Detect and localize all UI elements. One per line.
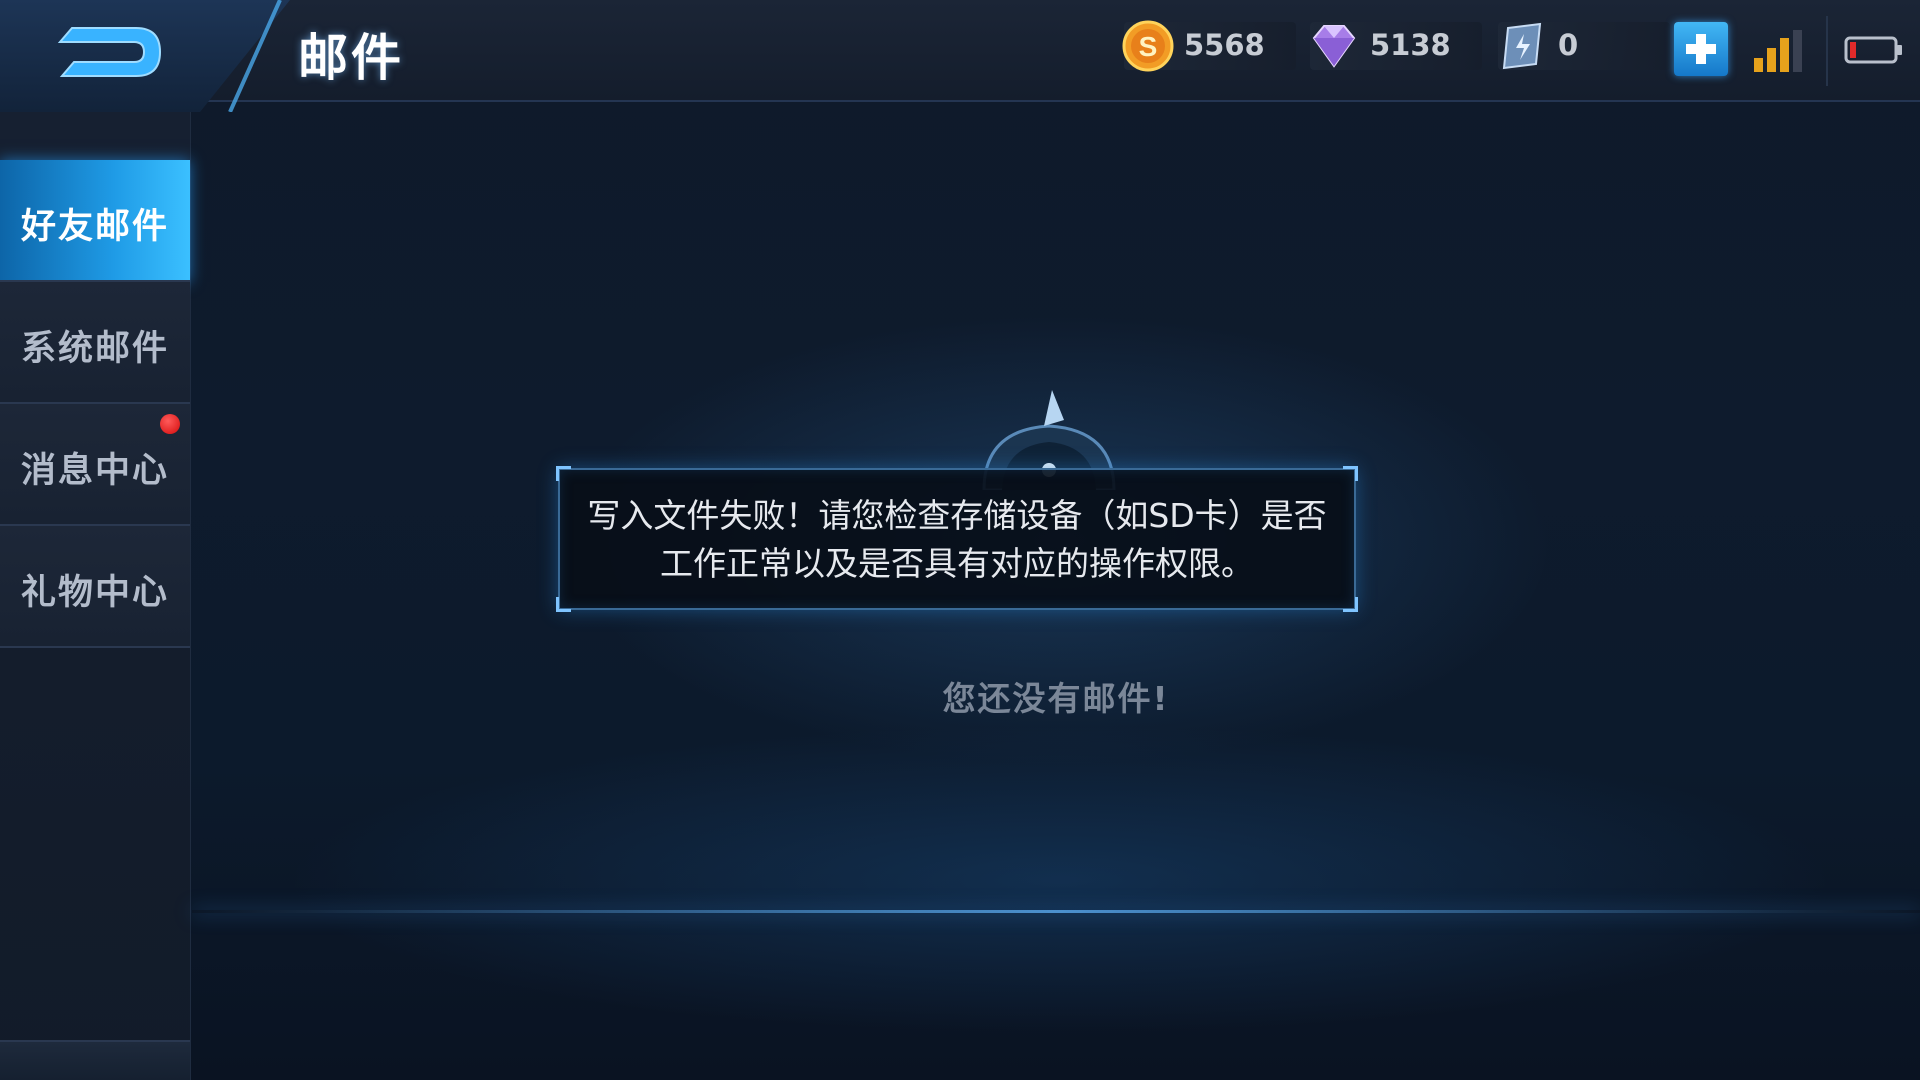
diamond-currency: 5138 — [1310, 22, 1482, 70]
topbar-divider — [1826, 16, 1828, 86]
gold-coin-icon: S — [1122, 20, 1174, 72]
dialog-corner — [556, 597, 571, 612]
notification-dot — [160, 414, 180, 434]
back-button[interactable] — [40, 14, 170, 90]
tab-friend-mail[interactable]: 好友邮件 — [0, 160, 190, 282]
horizon-glow-line — [192, 910, 1920, 913]
tab-label: 系统邮件 — [20, 329, 169, 369]
gold-amount: 5568 — [1184, 28, 1265, 62]
empty-mail-text: 您还没有邮件! — [942, 679, 1170, 718]
signal-bars-icon — [1754, 30, 1802, 72]
tab-system-mail[interactable]: 系统邮件 — [0, 282, 190, 404]
tab-label: 好友邮件 — [20, 207, 169, 247]
tab-gift-center[interactable]: 礼物中心 — [0, 526, 190, 648]
coupon-icon — [1502, 22, 1542, 70]
svg-text:S: S — [1139, 31, 1158, 62]
tab-label: 礼物中心 — [20, 573, 169, 613]
dialog-corner — [1343, 466, 1358, 481]
diamond-icon — [1312, 25, 1356, 68]
page-title: 邮件 — [298, 29, 404, 87]
plus-icon — [1686, 34, 1716, 64]
header-slash-decoration — [228, 0, 282, 112]
tab-label: 消息中心 — [20, 451, 169, 491]
coupon-currency: 0 — [1498, 22, 1670, 70]
dialog-corner — [1343, 597, 1358, 612]
recharge-button[interactable] — [1674, 22, 1728, 76]
battery-low-icon — [1844, 36, 1902, 64]
mail-list-area: 写入文件失败！请您检查存储设备（如SD卡）是否工作正常以及是否具有对应的操作权限… — [192, 102, 1920, 1080]
top-bar: 邮件 S 5568 5138 0 — [0, 0, 1920, 112]
error-dialog: 写入文件失败！请您检查存储设备（如SD卡）是否工作正常以及是否具有对应的操作权限… — [556, 466, 1358, 612]
sidebar: 好友邮件 系统邮件 消息中心 礼物中心 — [0, 112, 191, 1080]
coupon-amount: 0 — [1558, 28, 1579, 62]
error-message: 写入文件失败！请您检查存储设备（如SD卡）是否工作正常以及是否具有对应的操作权限… — [587, 496, 1327, 583]
tab-message-center[interactable]: 消息中心 — [0, 404, 190, 526]
back-arrow-icon — [57, 27, 162, 77]
sidebar-footer — [0, 1040, 190, 1080]
dialog-corner — [556, 466, 571, 481]
gold-currency: S 5568 — [1122, 20, 1296, 72]
mail-screen: 邮件 S 5568 5138 0 好友邮件 系统邮件 消息中心 礼物中心 写入文… — [0, 0, 1920, 1080]
diamond-amount: 5138 — [1370, 28, 1451, 62]
